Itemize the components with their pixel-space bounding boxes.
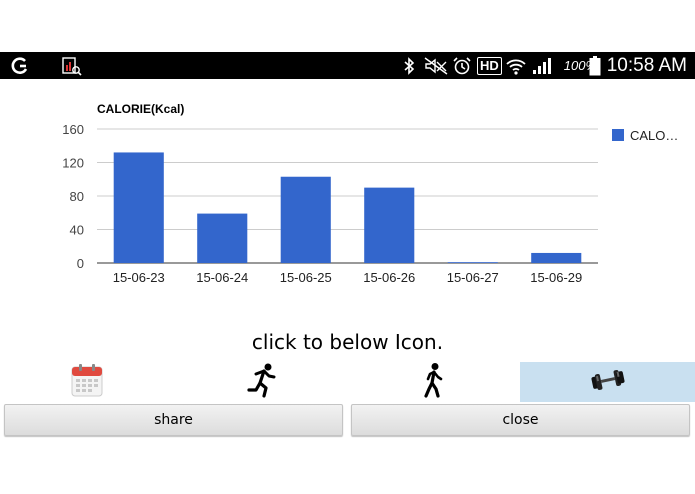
battery-icon [589,52,601,79]
top-blank-area [0,0,695,52]
chart-title: CALORIE(Kcal) [97,102,184,116]
y-tick-label: 40 [70,223,84,238]
calendar-tab[interactable] [0,362,174,402]
status-bar: HD 100% 10:58 AM [0,52,695,79]
bar-15-06-25[interactable] [280,176,331,263]
bar-15-06-29[interactable] [531,252,582,263]
share-button[interactable]: share [4,404,343,436]
hd-icon: HD [477,52,502,79]
bar-15-06-24[interactable] [197,213,248,263]
x-tick-label: 15-06-29 [530,270,582,285]
hd-label: HD [477,56,502,75]
alarm-icon [452,52,472,79]
running-tab[interactable] [174,362,348,402]
mute-icon [424,52,448,79]
notification-g-icon [10,52,30,79]
x-tick-label: 15-06-27 [447,270,499,285]
status-time: 10:58 AM [606,54,687,76]
bar-15-06-23[interactable] [113,152,164,263]
close-button[interactable]: close [351,404,690,436]
instruction-text: click to below Icon. [251,330,444,354]
walking-icon [419,362,449,403]
x-tick-label: 15-06-26 [363,270,415,285]
y-tick-label: 120 [62,156,84,171]
calorie-chart: CALORIE(Kcal) 0 40 80 120 160 15-06-23 15-06-2… [0,79,695,319]
legend-label: CALO… [630,128,678,143]
bluetooth-icon [402,52,416,79]
dumbbell-icon [590,368,626,397]
wifi-icon [505,52,527,79]
y-tick-label: 80 [70,189,84,204]
bar-15-06-27[interactable] [447,262,498,263]
calendar-icon [70,362,104,403]
legend-swatch [612,129,624,141]
dumbbell-tab[interactable] [520,362,695,402]
running-icon [244,362,278,403]
y-tick-label: 160 [62,122,84,137]
walking-tab[interactable] [348,362,520,402]
y-tick-label: 0 [77,256,84,271]
screenshot-chart-icon [62,52,82,79]
signal-icon [532,52,552,79]
x-tick-label: 15-06-23 [113,270,165,285]
calorie-chart-svg: CALORIE(Kcal) 0 40 80 120 160 15-06-23 15-06-2… [62,102,678,285]
x-tick-label: 15-06-25 [280,270,332,285]
bar-15-06-26[interactable] [364,187,415,263]
x-tick-label: 15-06-24 [196,270,248,285]
